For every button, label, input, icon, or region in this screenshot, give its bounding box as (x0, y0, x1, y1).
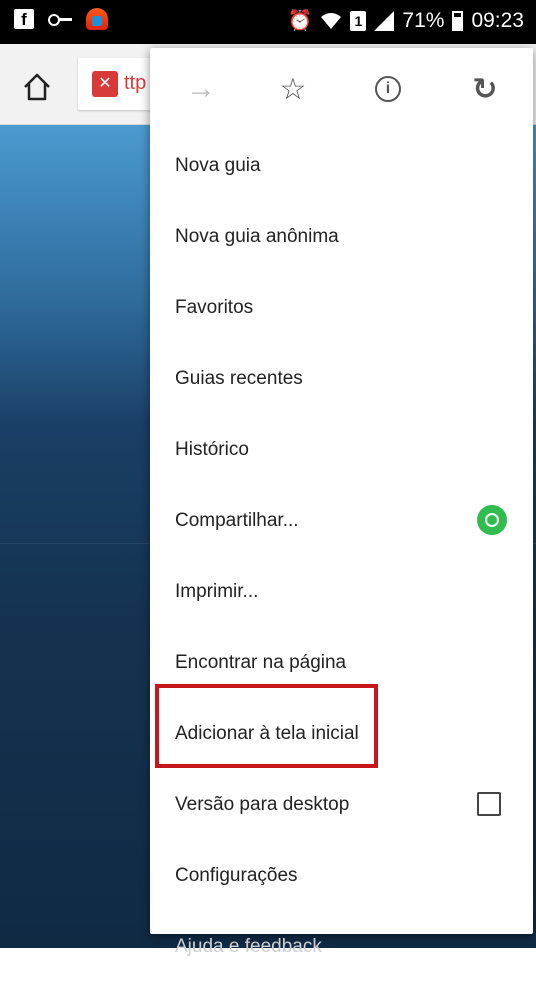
menu-item-label: Imprimir... (175, 580, 259, 602)
clock: 09:23 (471, 8, 524, 32)
key-icon (48, 12, 72, 26)
menu-item-print[interactable]: Imprimir... (150, 556, 533, 627)
menu-item-label: Favoritos (175, 296, 254, 318)
menu-item-label: Compartilhar... (175, 509, 299, 531)
menu-item-label: Nova guia (175, 154, 261, 176)
menu-item-help-feedback[interactable]: Ajuda e feedback (150, 911, 533, 982)
lock-x-icon[interactable]: ✕ (92, 71, 118, 97)
menu-item-history[interactable]: Histórico (150, 414, 533, 485)
facebook-icon: f (14, 9, 34, 29)
alarm-icon: ⏰ (287, 10, 313, 32)
whatsapp-icon[interactable] (477, 505, 507, 535)
reload-icon[interactable]: ↻ (468, 72, 502, 106)
highlight-box (155, 684, 378, 768)
menu-item-label: Ajuda e feedback (175, 935, 322, 957)
forward-icon[interactable]: → (184, 72, 218, 106)
menu-item-label: Versão para desktop (175, 793, 350, 815)
vpn-icon (86, 8, 108, 30)
menu-item-bookmarks[interactable]: Favoritos (150, 272, 533, 343)
signal-icon (374, 10, 395, 31)
menu-icon-row: → ☆ i ↻ (150, 48, 533, 130)
menu-item-desktop-site[interactable]: Versão para desktop (150, 769, 533, 840)
menu-item-new-tab[interactable]: Nova guia (150, 130, 533, 201)
sim-icon: 1 (350, 10, 367, 31)
star-icon[interactable]: ☆ (276, 72, 310, 106)
url-text[interactable]: ttp (124, 72, 146, 95)
overflow-menu: → ☆ i ↻ Nova guia Nova guia anônima Favo… (150, 48, 533, 957)
info-icon[interactable]: i (371, 72, 405, 106)
menu-item-recent-tabs[interactable]: Guias recentes (150, 343, 533, 414)
menu-item-label: Guias recentes (175, 367, 303, 389)
menu-item-label: Histórico (175, 438, 249, 460)
battery-icon (452, 10, 464, 31)
menu-item-incognito-tab[interactable]: Nova guia anônima (150, 201, 533, 272)
home-icon[interactable] (22, 72, 52, 102)
menu-item-label: Encontrar na página (175, 651, 347, 673)
status-bar: f ⏰ 1 71% 09:23 (0, 0, 536, 44)
wifi-icon (321, 12, 342, 29)
menu-item-share[interactable]: Compartilhar... (150, 485, 533, 556)
menu-item-label: Nova guia anônima (175, 225, 339, 247)
desktop-site-checkbox[interactable] (477, 792, 501, 816)
battery-percent: 71% (402, 8, 445, 32)
menu-item-settings[interactable]: Configurações (150, 840, 533, 911)
menu-item-label: Configurações (175, 864, 298, 886)
